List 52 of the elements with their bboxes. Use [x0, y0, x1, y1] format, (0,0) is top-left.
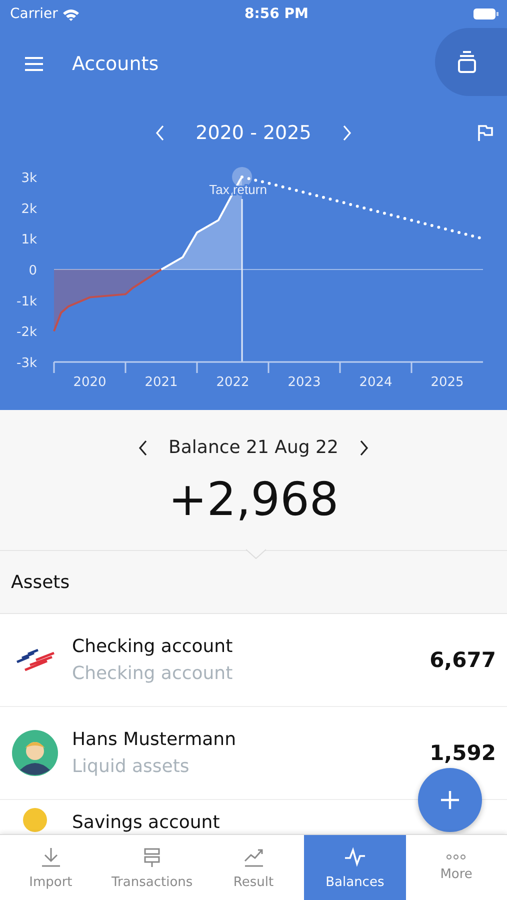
section-title: Assets: [11, 572, 70, 592]
wifi-icon: [62, 8, 80, 20]
avatar-icon: [12, 730, 58, 776]
previous-period-icon[interactable]: [154, 124, 166, 142]
y-tick-label: 3k: [21, 171, 37, 186]
account-amount: 1,592: [430, 741, 496, 765]
next-date-icon[interactable]: [358, 438, 370, 456]
plus-icon: [439, 789, 461, 811]
account-type: Checking account: [72, 663, 234, 684]
stack-icon: [457, 50, 477, 74]
y-tick-label: 2k: [21, 202, 37, 217]
screen-title: Accounts: [72, 53, 159, 75]
battery-icon: [473, 8, 499, 20]
y-tick-label: -1k: [16, 294, 37, 310]
tab[interactable]: More: [406, 835, 507, 900]
period-label: 2020 - 2025: [196, 122, 312, 144]
x-tick-label: 2022: [216, 375, 250, 390]
bank-logo-icon: [14, 648, 56, 672]
tab[interactable]: Result: [202, 835, 304, 900]
x-tick-label: 2024: [359, 375, 392, 390]
x-tick-label: 2021: [144, 375, 178, 390]
pulse-icon: [344, 846, 366, 868]
y-tick-label: 0: [28, 264, 37, 278]
balance-date: Balance 21 Aug 22: [168, 437, 338, 458]
account-name: Hans Mustermann: [72, 729, 237, 750]
coin-icon: [23, 808, 47, 832]
stack-button[interactable]: [435, 28, 507, 96]
clock: 8:56 PM: [244, 6, 308, 22]
previous-date-icon[interactable]: [136, 438, 149, 456]
tab[interactable]: Transactions: [101, 835, 203, 900]
flag-icon[interactable]: [477, 124, 493, 142]
next-period-icon[interactable]: [341, 124, 354, 142]
tab[interactable]: Import: [0, 835, 102, 900]
download-icon: [40, 846, 62, 868]
x-tick-label: 2025: [430, 375, 464, 390]
account-type: Liquid assets: [72, 756, 190, 777]
y-tick-label: -3k: [16, 356, 37, 371]
tab[interactable]: Balances: [304, 835, 406, 900]
x-tick-label: 2020: [73, 375, 106, 390]
account-row[interactable]: Checking account Checking account 6,677: [0, 614, 507, 707]
y-tick-label: -2k: [16, 325, 37, 340]
add-button[interactable]: [418, 768, 482, 832]
account-amount: 6,677: [430, 648, 496, 672]
account-name: Checking account: [72, 636, 234, 657]
y-tick-label: 1k: [21, 232, 37, 248]
menu-icon[interactable]: [24, 56, 44, 72]
balance-amount: +2,968: [168, 472, 339, 526]
x-tick-label: 2023: [288, 375, 321, 390]
more-icon: [446, 854, 466, 860]
carrier-label: Carrier: [10, 6, 58, 22]
marker-dot[interactable]: [232, 167, 252, 187]
account-name: Savings account: [72, 812, 221, 833]
